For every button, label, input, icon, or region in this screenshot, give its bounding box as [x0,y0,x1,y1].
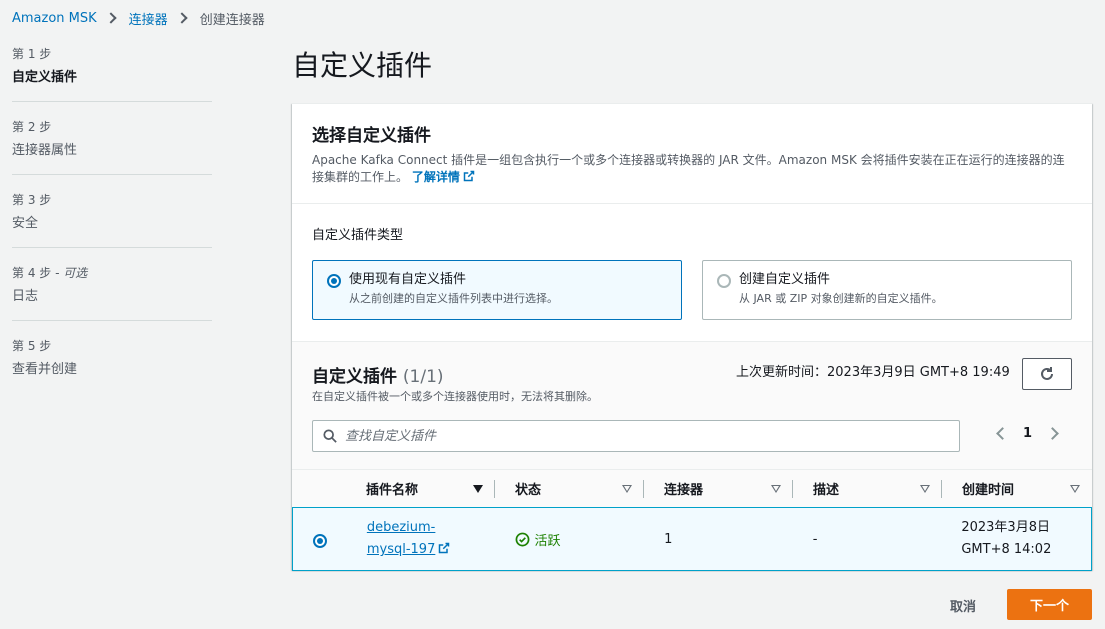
plugin-name-link[interactable]: debezium- mysql-197 [367,520,451,557]
cell-description: - [812,531,818,547]
wizard-step-3[interactable]: 第 3 步 安全 [12,192,212,234]
step-divider [12,101,212,102]
plugin-type-section: 自定义插件类型 使用现有自定义插件 从之前创建的自定义插件列表中进行选择。 创建… [292,204,1092,341]
step-optional-label: - 可选 [51,266,88,280]
step-divider [12,247,212,248]
step-number: 第 3 步 [12,193,52,207]
step-number: 第 1 步 [12,47,52,61]
sort-icon[interactable] [771,485,781,493]
current-page[interactable]: 1 [1023,426,1032,441]
external-link-icon [439,542,450,554]
plugin-type-label: 自定义插件类型 [312,228,404,243]
step-title: 日志 [12,289,39,304]
header-status[interactable]: 状态 [495,470,644,507]
search-icon [323,429,337,443]
wizard-step-2[interactable]: 第 2 步 连接器属性 [12,119,212,161]
cancel-button[interactable]: 取消 [950,596,976,615]
tile-use-existing-plugin[interactable]: 使用现有自定义插件 从之前创建的自定义插件列表中进行选择。 [312,260,682,320]
radio-button[interactable] [327,274,341,288]
select-plugin-header: 选择自定义插件 Apache Kafka Connect 插件是一组包含执行一个… [292,104,1092,204]
sort-icon[interactable] [1070,485,1080,493]
sort-descending-icon[interactable] [473,485,483,493]
tile-description: 从 JAR 或 ZIP 对象创建新的自定义插件。 [739,292,943,305]
plugins-table-section: 自定义插件 (1/1) 在自定义插件被一个或多个连接器使用时，无法将其删除。 上… [292,341,1092,571]
cell-connectors: 1 [664,531,673,547]
chevron-right-icon [105,12,117,24]
wizard-step-5[interactable]: 第 5 步 查看并创建 [12,338,212,380]
radio-button[interactable] [717,274,731,288]
tile-create-plugin[interactable]: 创建自定义插件 从 JAR 或 ZIP 对象创建新的自定义插件。 [702,260,1072,320]
wizard-step-1: 第 1 步 自定义插件 [12,46,212,88]
step-number: 第 5 步 [12,339,52,353]
cell-created-time: 2023年3月8日 GMT+8 14:02 [961,520,1052,557]
chevron-right-icon [176,12,188,24]
last-updated-text: 上次更新时间：2023年3月9日 GMT+8 19:49 [736,365,1010,380]
wizard-step-4[interactable]: 第 4 步 - 可选 日志 [12,265,212,307]
learn-more-link[interactable]: 了解详情 [412,170,475,184]
step-number: 第 4 步 [12,266,52,280]
row-radio-button[interactable] [312,533,327,548]
step-divider [12,174,212,175]
pagination: 1 [996,426,1059,441]
tile-description: 从之前创建的自定义插件列表中进行选择。 [349,292,558,305]
plugin-type-tiles: 使用现有自定义插件 从之前创建的自定义插件列表中进行选择。 创建自定义插件 从 … [312,260,1072,320]
page-title: 自定义插件 [292,49,433,82]
header-connectors[interactable]: 连接器 [644,470,793,507]
search-input[interactable] [345,428,925,444]
section-title: 选择自定义插件 [312,126,431,146]
breadcrumb-amazon-msk[interactable]: Amazon MSK [12,11,97,26]
header-plugin-name[interactable]: 插件名称 [346,470,495,507]
status-badge: 活跃 [515,530,644,549]
step-divider [12,320,212,321]
chevron-right-icon[interactable] [1046,427,1059,440]
tile-title: 创建自定义插件 [739,272,831,287]
breadcrumb: Amazon MSK 连接器 创建连接器 [12,8,265,28]
breadcrumb-current: 创建连接器 [199,12,265,28]
chevron-left-icon[interactable] [996,427,1009,440]
custom-plugin-container: 选择自定义插件 Apache Kafka Connect 插件是一组包含执行一个… [292,103,1092,571]
search-box[interactable] [312,420,960,452]
refresh-icon [1041,367,1053,380]
sort-icon[interactable] [920,485,930,493]
step-title: 自定义插件 [12,70,78,85]
header-description[interactable]: 描述 [793,470,942,507]
table-count: (1/1) [402,367,444,387]
table-title: 自定义插件 (1/1) [312,367,444,387]
refresh-button[interactable] [1022,358,1072,390]
table-header: 插件名称 状态 连接器 描述 创建时间 [292,469,1092,507]
breadcrumb-connectors[interactable]: 连接器 [129,9,168,28]
sort-icon[interactable] [622,485,632,493]
table-description: 在自定义插件被一个或多个连接器使用时，无法将其删除。 [312,390,598,403]
step-title: 连接器属性 [12,143,78,158]
header-created-time[interactable]: 创建时间 [942,470,1092,507]
section-description: Apache Kafka Connect 插件是一组包含执行一个或多个连接器或转… [312,153,1065,184]
table-row[interactable]: debezium- mysql-197 活跃 1 - 2023年3月8日 GMT… [292,507,1092,571]
wizard-steps: 第 1 步 自定义插件 第 2 步 连接器属性 第 3 步 安全 第 4 步 -… [12,46,212,380]
external-link-icon [463,170,475,182]
next-button[interactable]: 下一个 [1007,589,1092,620]
check-circle-icon [516,532,530,546]
step-number: 第 2 步 [12,120,52,134]
header-select [292,470,346,507]
step-title: 查看并创建 [12,362,78,377]
step-title: 安全 [12,216,39,231]
tile-title: 使用现有自定义插件 [349,272,467,287]
